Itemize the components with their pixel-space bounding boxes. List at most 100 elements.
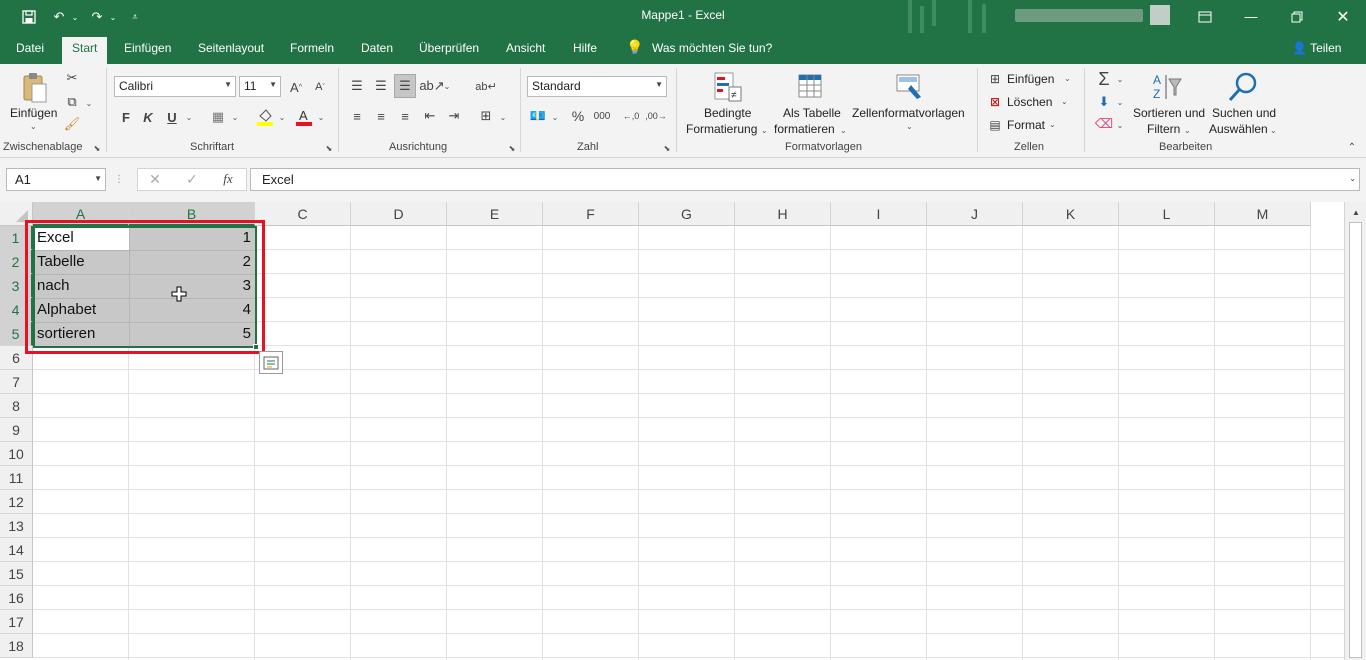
thousands-separator-icon[interactable]: 000 — [591, 106, 613, 126]
grow-font-icon[interactable]: A ^ — [286, 77, 306, 97]
percent-style-icon[interactable]: % — [568, 106, 588, 126]
tab-ueberpruefen[interactable]: Überprüfen — [419, 41, 479, 55]
column-header-i[interactable]: I — [831, 202, 927, 226]
fill-color-dropdown-icon[interactable]: ⌄ — [277, 111, 287, 123]
column-header-g[interactable]: G — [639, 202, 735, 226]
sort-filter-label-2[interactable]: Filtern — [1147, 122, 1180, 136]
row-header-9[interactable]: 9 — [0, 418, 33, 442]
insert-function-icon[interactable]: fx — [218, 169, 238, 189]
ribbon-display-options-icon[interactable] — [1182, 0, 1228, 33]
column-header-f[interactable]: F — [543, 202, 639, 226]
tab-hilfe[interactable]: Hilfe — [573, 41, 597, 55]
format-cells-icon[interactable]: ▤ — [986, 116, 1004, 134]
column-header-l[interactable]: L — [1119, 202, 1215, 226]
column-header-k[interactable]: K — [1023, 202, 1119, 226]
name-box[interactable]: A1 ▼ — [6, 168, 106, 191]
tab-datei[interactable]: Datei — [16, 41, 44, 55]
borders-icon[interactable]: ▦ — [208, 107, 228, 127]
format-painter-icon[interactable]: 🖌 — [62, 114, 82, 134]
format-as-table-label-1[interactable]: Als Tabelle — [783, 106, 841, 120]
table-dropdown-icon[interactable]: ⌄ — [840, 126, 847, 135]
orientation-dropdown-icon[interactable]: ⌄ — [442, 80, 452, 92]
avatar[interactable] — [1150, 5, 1170, 25]
vertical-scrollbar[interactable]: ▲ — [1344, 202, 1366, 660]
cell-styles-icon[interactable] — [894, 70, 926, 104]
insert-dropdown-icon[interactable]: ⌄ — [1064, 74, 1071, 83]
delete-dropdown-icon[interactable]: ⌄ — [1061, 97, 1068, 106]
paste-dropdown-icon[interactable]: ⌄ — [30, 122, 37, 131]
scroll-up-icon[interactable]: ▲ — [1349, 206, 1363, 218]
more-options-icon[interactable]: ⋮ — [114, 170, 124, 188]
orientation-icon[interactable]: ab↗ — [419, 76, 444, 96]
tab-ansicht[interactable]: Ansicht — [506, 41, 545, 55]
number-launcher-icon[interactable]: ⬊ — [662, 142, 672, 154]
row-header-11[interactable]: 11 — [0, 466, 33, 490]
column-header-d[interactable]: D — [351, 202, 447, 226]
merge-dropdown-icon[interactable]: ⌄ — [498, 111, 508, 123]
minimize-button[interactable]: — — [1228, 0, 1274, 33]
clear-dropdown-icon[interactable]: ⌄ — [1115, 119, 1125, 131]
paste-button[interactable]: Einfügen — [10, 106, 57, 120]
scroll-thumb[interactable] — [1349, 222, 1362, 658]
cut-icon[interactable]: ✂ — [62, 68, 82, 88]
merge-center-icon[interactable]: ⊞ — [476, 106, 496, 126]
align-bottom-icon[interactable]: ☰ — [394, 74, 416, 98]
underline-dropdown-icon[interactable]: ⌄ — [184, 111, 194, 123]
shrink-font-icon[interactable]: Aˇ — [310, 77, 330, 97]
close-button[interactable]: ✕ — [1320, 0, 1366, 33]
tell-me-search[interactable]: Was möchten Sie tun? — [652, 41, 772, 55]
copy-icon[interactable]: ⧉ — [62, 92, 82, 112]
font-color-dropdown-icon[interactable]: ⌄ — [316, 111, 326, 123]
fill-icon[interactable]: ⬇ — [1094, 92, 1114, 112]
quick-analysis-icon[interactable] — [259, 351, 283, 374]
copy-dropdown-icon[interactable]: ⌄ — [84, 96, 94, 110]
font-size-combo[interactable]: 11 ▼ — [239, 76, 281, 97]
underline-button[interactable]: U — [163, 107, 181, 127]
paste-icon[interactable] — [20, 72, 50, 104]
expand-formula-icon[interactable]: ⌄ — [1349, 174, 1356, 183]
italic-button[interactable]: K — [139, 107, 157, 127]
font-launcher-icon[interactable]: ⬊ — [324, 142, 334, 154]
worksheet-grid[interactable]: ABCDEFGHIJKLM 1 2 3 4 5 6 7 8 9 10 11 12 13 14 15 16 17 1… — [0, 202, 1344, 660]
borders-dropdown-icon[interactable]: ⌄ — [230, 111, 240, 123]
cell-styles-label[interactable]: Zellenformatvorlagen — [852, 106, 965, 120]
row-header-13[interactable]: 13 — [0, 514, 33, 538]
tab-formeln[interactable]: Formeln — [290, 41, 334, 55]
insert-cells-icon[interactable]: ⊞ — [986, 70, 1004, 88]
format-as-table-label-2[interactable]: formatieren — [774, 122, 835, 136]
tab-einfuegen[interactable]: Einfügen — [124, 41, 171, 55]
align-middle-icon[interactable]: ☰ — [371, 76, 391, 96]
clipboard-launcher-icon[interactable]: ⬊ — [92, 142, 102, 154]
lightbulb-icon[interactable]: 💡 — [626, 39, 643, 56]
align-left-icon[interactable]: ≡ — [347, 106, 367, 126]
enter-icon[interactable]: ✓ — [182, 169, 202, 189]
restore-button[interactable] — [1274, 0, 1320, 33]
tab-start[interactable]: Start — [62, 37, 108, 64]
account-blurred[interactable] — [1015, 9, 1143, 22]
find-dropdown-icon[interactable]: ⌄ — [1270, 126, 1277, 135]
bold-button[interactable]: F — [117, 107, 135, 127]
column-header-h[interactable]: H — [735, 202, 831, 226]
font-name-combo[interactable]: Calibri ▼ — [114, 76, 236, 97]
sort-filter-icon[interactable]: AZ — [1150, 70, 1184, 104]
fill-color-icon[interactable] — [255, 106, 275, 128]
format-as-table-icon[interactable] — [796, 70, 828, 104]
conditional-formatting-label-2[interactable]: Formatierung — [686, 122, 757, 136]
align-center-icon[interactable]: ≡ — [371, 106, 391, 126]
find-select-icon[interactable] — [1226, 70, 1260, 104]
tab-seitenlayout[interactable]: Seitenlayout — [198, 41, 264, 55]
cancel-icon[interactable]: ✕ — [145, 169, 165, 189]
number-format-combo[interactable]: Standard ▼ — [527, 76, 667, 97]
column-header-e[interactable]: E — [447, 202, 543, 226]
decrease-decimal-icon[interactable]: ,00→ — [645, 106, 667, 126]
column-header-j[interactable]: J — [927, 202, 1023, 226]
delete-cells-button[interactable]: Löschen — [1007, 95, 1052, 109]
tab-daten[interactable]: Daten — [361, 41, 393, 55]
format-dropdown-icon[interactable]: ⌄ — [1049, 120, 1056, 129]
accounting-dropdown-icon[interactable]: ⌄ — [550, 111, 560, 123]
accounting-format-icon[interactable]: 💶 — [528, 106, 548, 126]
align-right-icon[interactable]: ≡ — [395, 106, 415, 126]
fill-dropdown-icon[interactable]: ⌄ — [1115, 96, 1125, 108]
column-header-m[interactable]: M — [1215, 202, 1311, 226]
column-header-c[interactable]: C — [255, 202, 351, 226]
